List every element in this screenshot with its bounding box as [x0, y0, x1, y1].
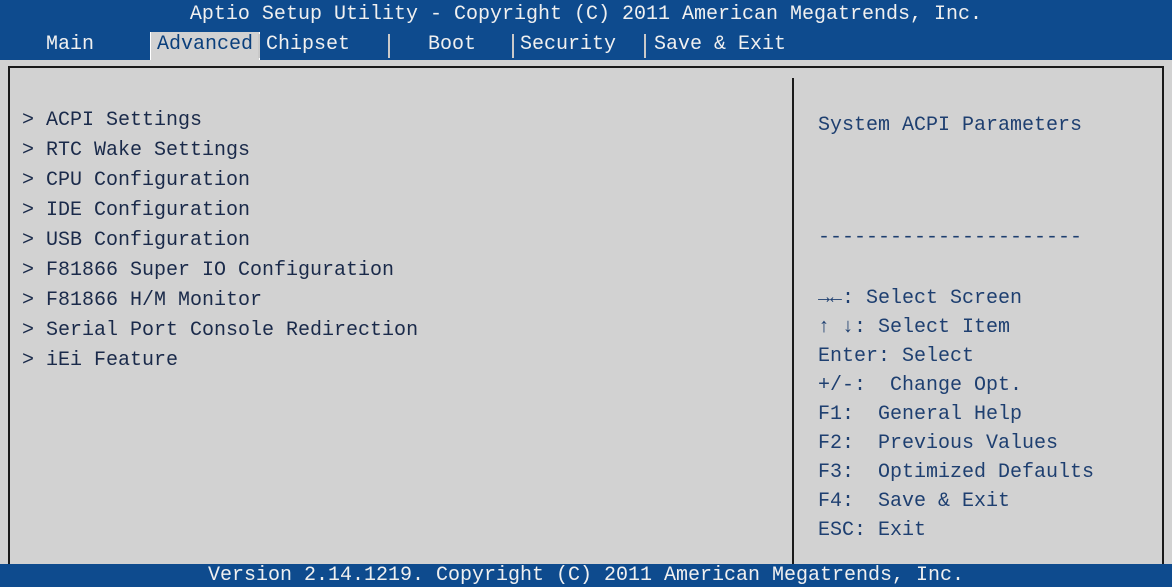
menu-item-serial-console-redirection[interactable]: > Serial Port Console Redirection	[22, 316, 418, 346]
tab-main[interactable]: Main	[46, 32, 94, 60]
key-legend: →←: Select Screen ↑ ↓: Select Item Enter…	[818, 284, 1094, 545]
tab-boot[interactable]: Boot	[428, 32, 476, 60]
menu-item-super-io-configuration[interactable]: > F81866 Super IO Configuration	[22, 256, 418, 286]
menu-item-cpu-configuration[interactable]: > CPU Configuration	[22, 166, 418, 196]
tab-separator	[258, 34, 260, 58]
title-bar: Aptio Setup Utility - Copyright (C) 2011…	[0, 0, 1172, 30]
frame-border-right	[1162, 66, 1164, 564]
frame-border-top	[8, 66, 1164, 68]
bios-setup-screen: Aptio Setup Utility - Copyright (C) 2011…	[0, 0, 1172, 587]
tab-bar: Main Advanced Chipset Boot Security Save…	[0, 30, 1172, 60]
panel-divider	[792, 78, 794, 564]
key-hint-f3: F3: Optimized Defaults	[818, 461, 1095, 484]
tab-security[interactable]: Security	[520, 32, 616, 60]
tab-separator	[644, 34, 646, 58]
tab-separator	[512, 34, 514, 58]
menu-item-ide-configuration[interactable]: > IDE Configuration	[22, 196, 418, 226]
tab-separator	[388, 34, 390, 58]
menu-item-iei-feature[interactable]: > iEi Feature	[22, 346, 418, 376]
key-hint-select-screen: →←: Select Screen	[818, 287, 1023, 310]
key-hint-esc: ESC: Exit	[818, 519, 927, 542]
menu-item-acpi-settings[interactable]: > ACPI Settings	[22, 106, 418, 136]
tab-save-exit[interactable]: Save & Exit	[654, 32, 786, 60]
key-hint-select-item: ↑ ↓: Select Item	[818, 316, 1011, 339]
menu-item-usb-configuration[interactable]: > USB Configuration	[22, 226, 418, 256]
help-separator: ----------------------	[818, 226, 1083, 249]
frame-border-left	[8, 66, 10, 564]
key-hint-change-opt: +/-: Change Opt.	[818, 374, 1023, 397]
menu-item-hm-monitor[interactable]: > F81866 H/M Monitor	[22, 286, 418, 316]
help-description: System ACPI Parameters	[818, 114, 1083, 137]
tab-chipset[interactable]: Chipset	[266, 32, 350, 60]
version-bar: Version 2.14.1219. Copyright (C) 2011 Am…	[0, 564, 1172, 587]
key-hint-f1: F1: General Help	[818, 403, 1023, 426]
advanced-menu-list: > ACPI Settings > RTC Wake Settings > CP…	[22, 106, 418, 376]
tab-advanced[interactable]: Advanced	[150, 32, 261, 60]
key-hint-f4: F4: Save & Exit	[818, 490, 1011, 513]
menu-item-rtc-wake-settings[interactable]: > RTC Wake Settings	[22, 136, 418, 166]
key-hint-f2: F2: Previous Values	[818, 432, 1059, 455]
key-hint-enter: Enter: Select	[818, 345, 975, 368]
